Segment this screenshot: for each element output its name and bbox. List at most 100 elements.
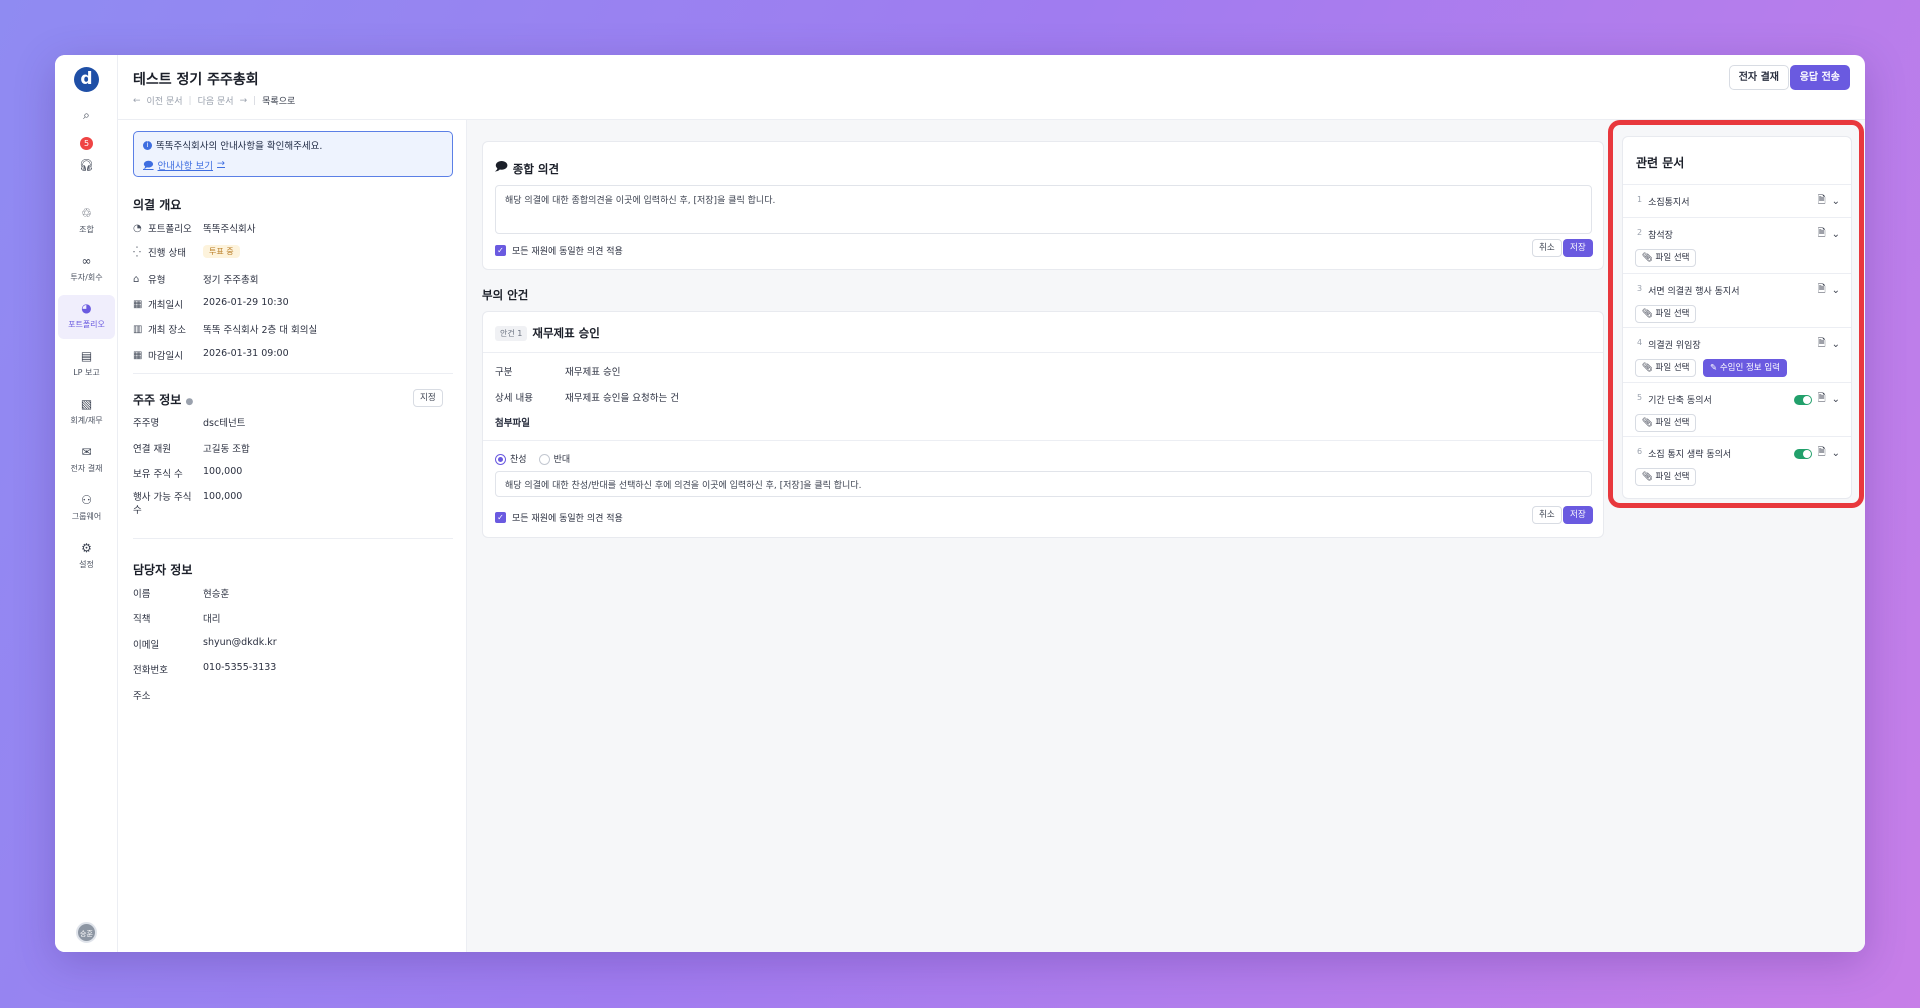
document-icon: ▤ bbox=[80, 349, 93, 363]
links-icon: ∞ bbox=[81, 254, 92, 268]
sidebar-item-portfolio[interactable]: ◕ 포트폴리오 bbox=[58, 295, 115, 339]
comment-icon: 🗩︎ bbox=[495, 159, 508, 173]
divider: | bbox=[188, 95, 192, 106]
overview-row: ⁛ 진행 상태 투표 중 bbox=[133, 245, 453, 259]
agenda-section-title: 부의 안건 bbox=[482, 288, 529, 302]
vote-for-radio[interactable]: 찬성 bbox=[495, 452, 527, 465]
page-title: 테스트 정기 주주총회 bbox=[133, 72, 259, 88]
notice-text: 똑똑주식회사의 안내사항을 확인해주세요. bbox=[156, 141, 323, 152]
checkbox-checked-icon: ✓ bbox=[495, 512, 506, 523]
apply-all-checkbox[interactable]: ✓ 모든 재원에 동일한 의견 적용 bbox=[495, 244, 623, 257]
notice-link[interactable]: 🗩︎ 안내사항 보기 → bbox=[143, 158, 225, 174]
search-icon[interactable]: ⌕ bbox=[55, 108, 118, 123]
pie-icon: ◔ bbox=[133, 222, 142, 234]
divider: | bbox=[253, 95, 257, 106]
vote-radio-group: 찬성 반대 bbox=[495, 452, 570, 465]
shareholder-title: 주주 정보 ● bbox=[133, 393, 194, 407]
sidebar-item-fund[interactable]: ♲ 조합 bbox=[58, 200, 115, 244]
agenda-card: 안건 1 재무제표 승인 구분 재무제표 승인 상세 내용 재무제표 승인을 요… bbox=[482, 311, 1604, 538]
page-header: 테스트 정기 주주총회 ← 이전 문서 | 다음 문서 → | 목록으로 전자 … bbox=[118, 55, 1865, 120]
arrow-right-icon: → bbox=[239, 95, 248, 106]
back-to-list-link[interactable]: 목록으로 bbox=[262, 94, 295, 107]
recycle-icon: ♲ bbox=[81, 206, 92, 220]
divider bbox=[483, 352, 1603, 353]
prev-doc-link[interactable]: 이전 문서 bbox=[147, 94, 183, 107]
pie-icon: ◕ bbox=[81, 301, 92, 315]
loader-icon: ⁛ bbox=[133, 246, 141, 258]
overall-opinion-title: 종합 의견 bbox=[512, 161, 560, 176]
vote-against-radio[interactable]: 반대 bbox=[538, 452, 570, 465]
headset-icon[interactable]: 🎧︎ bbox=[55, 158, 118, 172]
overview-row: ▥ 개최 장소 똑똑 주식회사 2층 대 회의실 bbox=[133, 323, 318, 337]
highlight-box bbox=[1608, 120, 1864, 508]
agenda-row: 구분 재무제표 승인 bbox=[495, 367, 621, 378]
manager-row: 전화번호 010-5355-3133 bbox=[133, 662, 277, 676]
save-button[interactable]: 저장 bbox=[1563, 239, 1593, 257]
inbox-icon: ✉ bbox=[81, 445, 92, 459]
e-sign-button[interactable]: 전자 결재 bbox=[1728, 65, 1789, 90]
arrow-right-icon: → bbox=[217, 158, 225, 169]
agenda-row: 상세 내용 재무제표 승인을 요청하는 건 bbox=[495, 393, 679, 404]
apply-all-checkbox[interactable]: ✓ 모든 재원에 동일한 의견 적용 bbox=[495, 511, 623, 524]
main-content: 🗩︎ 종합 의견 해당 의결에 대한 종합의견을 이곳에 입력하신 후, [저장… bbox=[467, 120, 1612, 952]
sidebar-item-groupware[interactable]: ⚇ 그룹웨어 bbox=[58, 487, 115, 531]
app-window: d ⌕ 5 🎧︎ ♲ 조합 ∞ 투자/회수 ◕ 포트폴리오 ▤ LP 보고 ▧ … bbox=[55, 55, 1865, 952]
send-response-button[interactable]: 응답 전송 bbox=[1789, 65, 1850, 90]
shareholder-row: 주주명 dsc테넌트 bbox=[133, 418, 246, 429]
agenda-row: 첨부파일 bbox=[495, 418, 530, 429]
manager-row: 이름 현승훈 bbox=[133, 589, 230, 600]
sidebar-item-lp-report[interactable]: ▤ LP 보고 bbox=[58, 343, 115, 387]
settings-icon: ⚙ bbox=[81, 541, 92, 555]
overview-title: 의결 개요 bbox=[133, 198, 182, 212]
building-icon: ▥ bbox=[133, 323, 143, 335]
overview-row: ◔ 포트폴리오 똑똑주식회사 bbox=[133, 222, 256, 236]
comment-icon: 🗩︎ bbox=[143, 160, 154, 171]
shareholder-row: 행사 가능 주식 수 100,000 bbox=[133, 491, 243, 516]
overview-row: ▦ 마감일시 2026-01-31 09:00 bbox=[133, 348, 289, 362]
sidebar-item-settings[interactable]: ⚙ 설정 bbox=[58, 535, 115, 579]
shareholder-row: 연결 재원 고길동 조합 bbox=[133, 444, 250, 455]
radio-selected-icon bbox=[495, 454, 506, 465]
help-icon[interactable]: ● bbox=[186, 397, 194, 407]
info-panel: i 똑똑주식회사의 안내사항을 확인해주세요. 🗩︎ 안내사항 보기 → 의결 … bbox=[118, 120, 467, 952]
cancel-button[interactable]: 취소 bbox=[1532, 239, 1562, 257]
calendar-icon: ▦ bbox=[133, 349, 143, 361]
overview-row: ⌂ 유형 정기 주주총회 bbox=[133, 273, 259, 287]
shareholder-row: 보유 주식 수 100,000 bbox=[133, 466, 243, 480]
sidebar-item-approval[interactable]: ✉ 전자 결재 bbox=[58, 439, 115, 483]
manager-row: 직책 대리 bbox=[133, 614, 221, 625]
radio-empty-icon bbox=[538, 454, 550, 465]
notification-badge[interactable]: 5 bbox=[80, 137, 93, 150]
assign-button[interactable]: 지정 bbox=[413, 389, 443, 407]
divider bbox=[483, 440, 1603, 441]
info-icon: i bbox=[143, 140, 152, 150]
manager-row: 주소 bbox=[133, 691, 151, 702]
agenda-opinion-input[interactable]: 해당 의결에 대한 찬성/반대를 선택하신 후에 의견을 이곳에 입력하신 후,… bbox=[495, 471, 1592, 497]
doc-navigation: ← 이전 문서 | 다음 문서 → | 목록으로 bbox=[133, 94, 295, 108]
overall-opinion-card: 🗩︎ 종합 의견 해당 의결에 대한 종합의견을 이곳에 입력하신 후, [저장… bbox=[482, 141, 1604, 270]
document-dollar-icon: ▧ bbox=[80, 397, 93, 411]
group-icon: ⚇ bbox=[81, 493, 92, 507]
tag-icon: ⌂ bbox=[133, 273, 140, 285]
status-badge: 투표 중 bbox=[203, 245, 240, 258]
checkbox-checked-icon: ✓ bbox=[495, 245, 506, 256]
divider bbox=[133, 373, 453, 374]
save-button[interactable]: 저장 bbox=[1563, 506, 1593, 524]
next-doc-link[interactable]: 다음 문서 bbox=[198, 94, 234, 107]
calendar-icon: ▦ bbox=[133, 298, 143, 310]
sidebar: d ⌕ 5 🎧︎ ♲ 조합 ∞ 투자/회수 ◕ 포트폴리오 ▤ LP 보고 ▧ … bbox=[55, 55, 118, 952]
manager-title: 담당자 정보 bbox=[133, 563, 193, 577]
arrow-left-icon: ← bbox=[133, 95, 141, 106]
notice-banner: i 똑똑주식회사의 안내사항을 확인해주세요. 🗩︎ 안내사항 보기 → bbox=[133, 131, 453, 177]
avatar[interactable]: 승훈 bbox=[76, 922, 97, 943]
agenda-badge: 안건 1 bbox=[495, 325, 528, 341]
agenda-title: 재무제표 승인 bbox=[532, 326, 600, 340]
sidebar-item-accounting[interactable]: ▧ 회계/재무 bbox=[58, 391, 115, 435]
divider bbox=[133, 538, 453, 539]
overview-row: ▦ 개최일시 2026-01-29 10:30 bbox=[133, 297, 289, 311]
cancel-button[interactable]: 취소 bbox=[1532, 506, 1562, 524]
overall-opinion-input[interactable]: 해당 의결에 대한 종합의견을 이곳에 입력하신 후, [저장]을 클릭 합니다… bbox=[495, 185, 1592, 234]
sidebar-item-invest[interactable]: ∞ 투자/회수 bbox=[58, 248, 115, 292]
app-logo[interactable]: d bbox=[74, 67, 99, 92]
manager-row: 이메일 shyun@dkdk.kr bbox=[133, 637, 277, 651]
